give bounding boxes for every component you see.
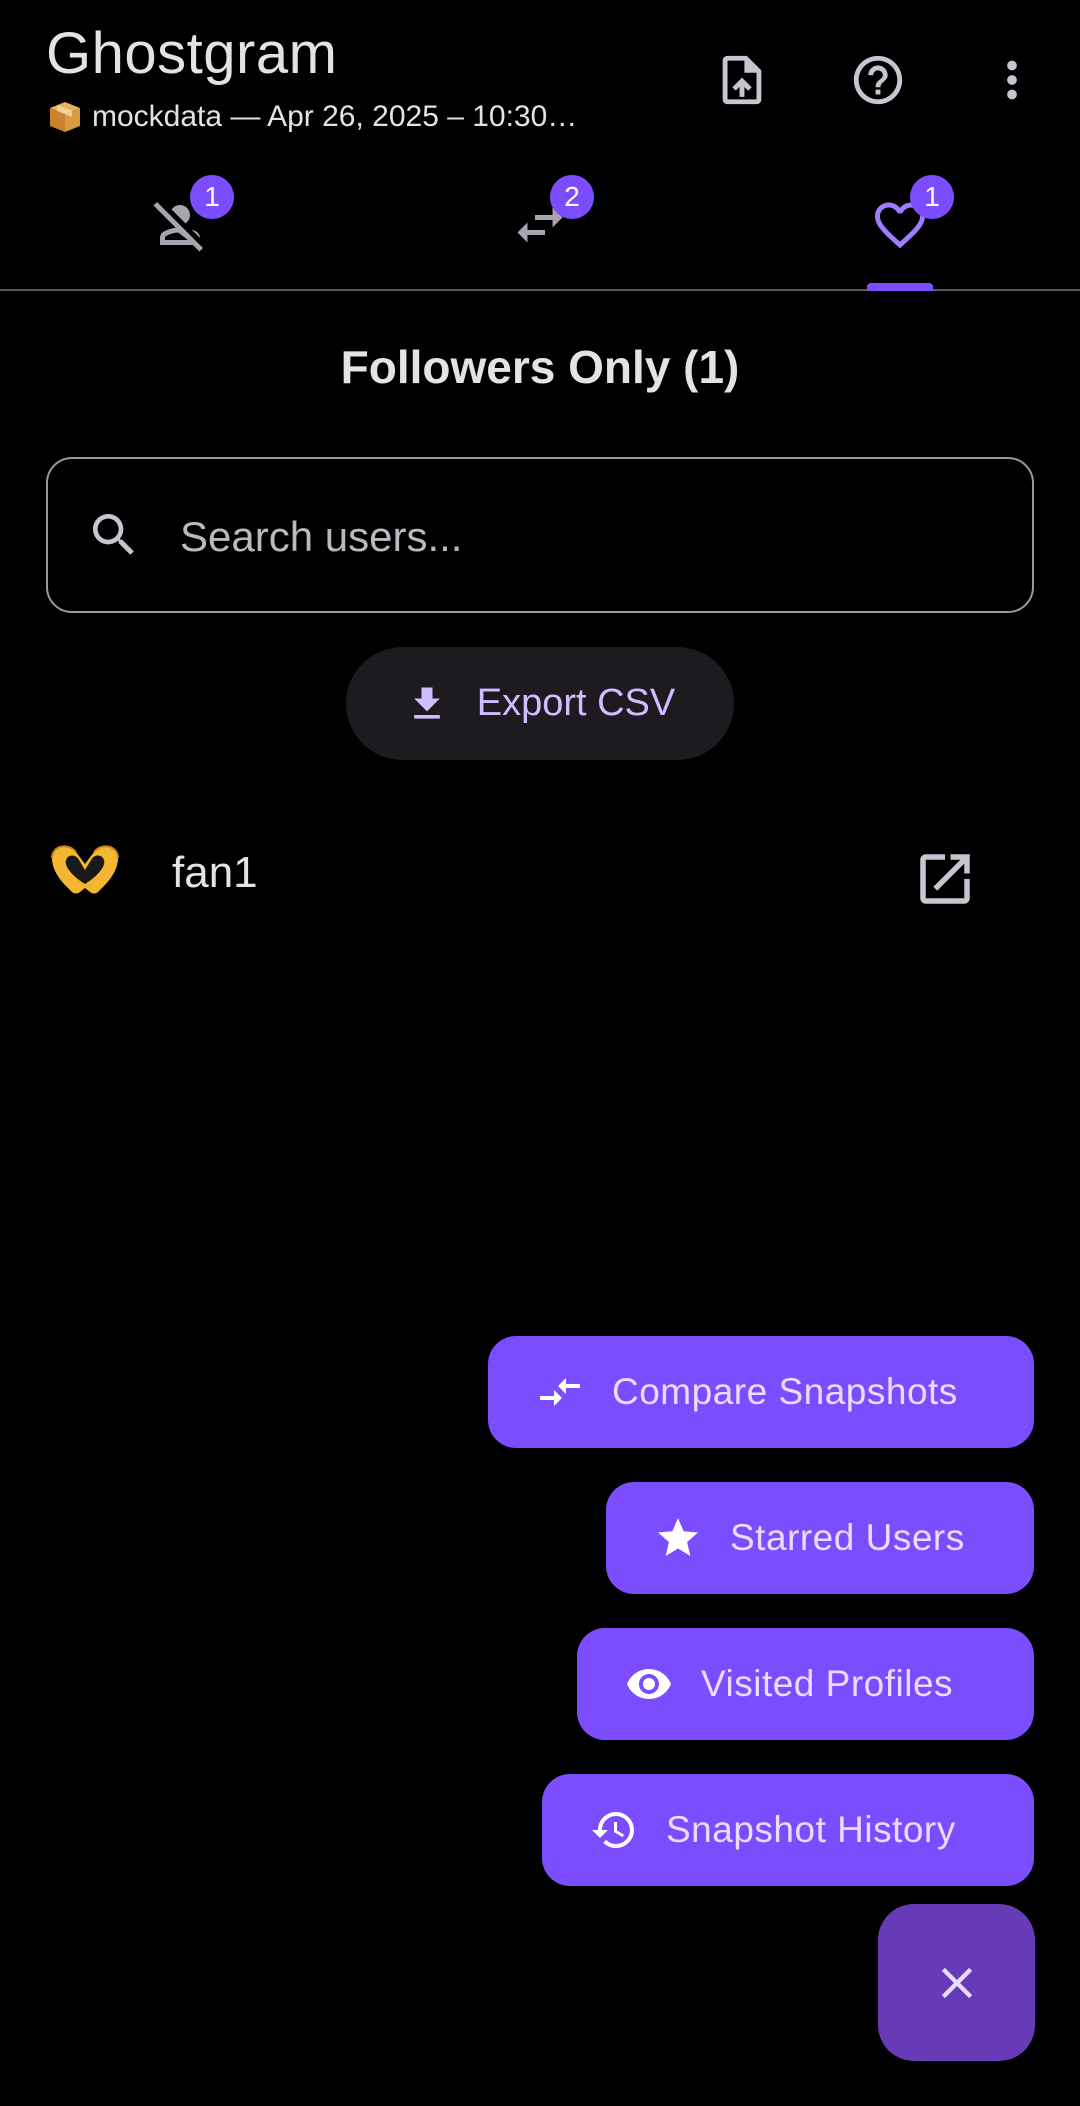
fab-close-button[interactable] (878, 1904, 1035, 2061)
tab-badge: 1 (910, 174, 954, 219)
app-title: Ghostgram (46, 21, 338, 86)
history-icon (592, 1812, 634, 1848)
search-icon (86, 507, 144, 565)
tab-badge: 1 (190, 174, 234, 219)
compare-snapshots-button[interactable]: Compare Snapshots (488, 1336, 1034, 1448)
search-input[interactable] (180, 499, 980, 575)
search-field[interactable] (46, 457, 1034, 613)
tab-mutual-changes[interactable]: 2 (360, 160, 720, 289)
more-options-button[interactable] (972, 40, 1052, 120)
tab-bar: 1 2 1 (0, 160, 1080, 291)
snapshot-history-button[interactable]: Snapshot History (542, 1774, 1034, 1886)
tab-not-following-back[interactable]: 1 (0, 160, 360, 289)
package-icon (46, 100, 84, 134)
app-subtitle: mockdata — Apr 26, 2025 – 10:30… (46, 100, 577, 134)
open-in-new-icon (920, 854, 970, 904)
close-icon (941, 1967, 972, 1998)
eye-icon (627, 1669, 671, 1699)
help-icon (853, 55, 903, 105)
username: fan1 (172, 848, 258, 897)
more-vert-icon (1007, 60, 1017, 100)
starred-users-label: Starred Users (730, 1517, 965, 1558)
list-item[interactable]: fan1 (0, 810, 1080, 930)
visited-profiles-label: Visited Profiles (701, 1663, 954, 1704)
import-file-icon (722, 55, 762, 105)
help-button[interactable] (838, 40, 918, 120)
tab-selected-indicator (867, 283, 933, 291)
app-bar: Ghostgram mockdata — Apr 26, 2025 – 10:3… (0, 0, 1080, 150)
visited-profiles-button[interactable]: Visited Profiles (577, 1628, 1034, 1740)
tab-followers-only[interactable]: 1 (720, 160, 1080, 289)
tab-badge: 2 (550, 174, 594, 219)
open-profile-button[interactable] (912, 846, 978, 912)
compare-snapshots-label: Compare Snapshots (612, 1371, 958, 1412)
subtitle-text: mockdata — Apr 26, 2025 – 10:30… (92, 100, 578, 133)
heart-hands-icon (46, 838, 124, 902)
compare-arrows-icon (540, 1378, 580, 1406)
download-icon (413, 687, 440, 719)
starred-users-button[interactable]: Starred Users (606, 1482, 1034, 1594)
import-file-button[interactable] (702, 40, 782, 120)
section-title: Followers Only (1) (340, 341, 740, 393)
export-csv-button[interactable]: Export CSV (346, 647, 734, 760)
star-icon (658, 1518, 698, 1556)
snapshot-history-label: Snapshot History (666, 1809, 956, 1850)
export-csv-label: Export CSV (476, 682, 676, 724)
